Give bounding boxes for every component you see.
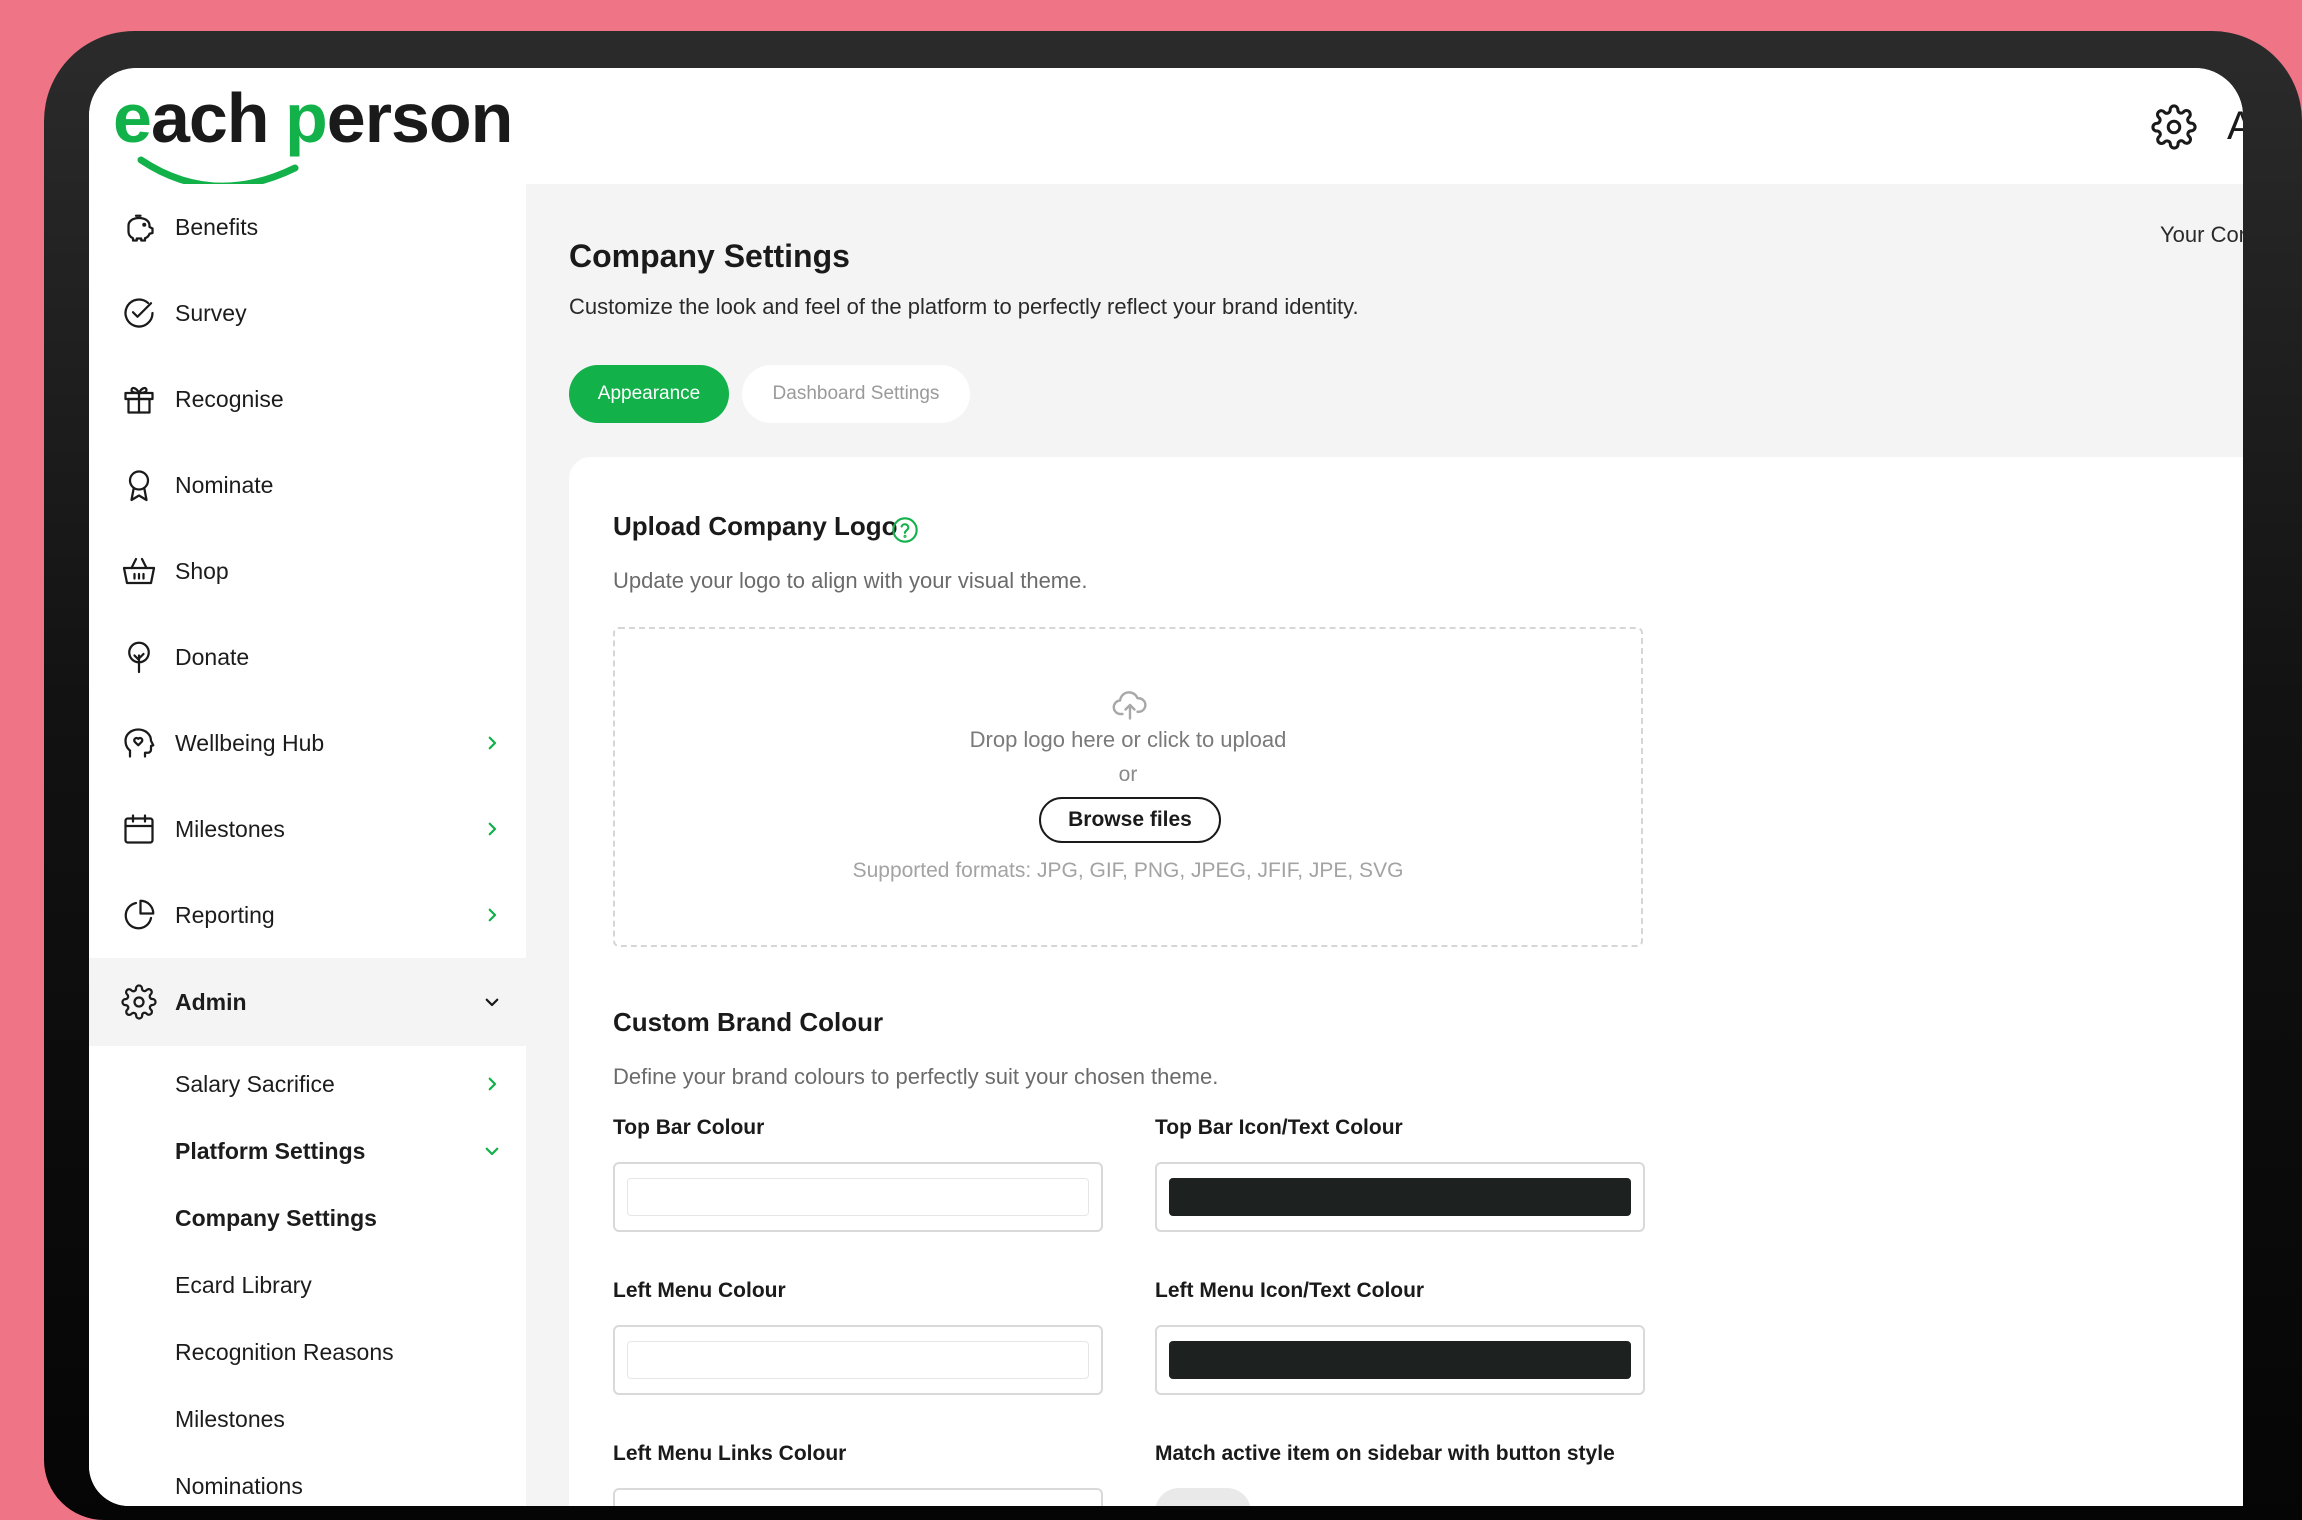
sidebar-item-reporting[interactable]: Reporting [89, 872, 526, 958]
colour-swatch [1169, 1341, 1631, 1379]
supported-formats: Supported formats: JPG, GIF, PNG, JPEG, … [852, 859, 1404, 882]
top-bar-icon-text-colour-label: Top Bar Icon/Text Colour [1155, 1116, 1403, 1139]
left-menu-icon-text-colour-label: Left Menu Icon/Text Colour [1155, 1279, 1425, 1302]
chevron-down-icon [483, 1142, 501, 1160]
sidebar-subitem-label: Recognition Reasons [175, 1338, 394, 1365]
chevron-right-icon [483, 1075, 501, 1093]
page-subtitle: Customize the look and feel of the platf… [569, 294, 1359, 319]
gear-icon [121, 984, 157, 1020]
award-ribbon-icon [121, 467, 157, 503]
sidebar-subitem-ecard-library[interactable]: Ecard Library [89, 1255, 526, 1315]
upload-logo-title: Upload Company Logo [613, 511, 898, 541]
company-logo[interactable]: each person [113, 76, 513, 196]
sidebar-subitem-milestones[interactable]: Milestones [89, 1389, 526, 1449]
sidebar-item-label: Shop [175, 557, 229, 584]
colour-swatch [627, 1178, 1089, 1216]
main-content: Company Settings Customize the look and … [526, 184, 2243, 1506]
match-active-item-toggle[interactable] [1155, 1488, 1251, 1506]
sidebar-item-recognise[interactable]: Recognise [89, 356, 526, 442]
chevron-right-icon [483, 734, 501, 752]
sidebar-item-label: Donate [175, 643, 250, 670]
sidebar-item-nominate[interactable]: Nominate [89, 442, 526, 528]
tree-icon [121, 639, 157, 675]
sidebar-subitem-label: Nominations [175, 1472, 303, 1499]
sidebar-item-wellbeing-hub[interactable]: Wellbeing Hub [89, 700, 526, 786]
brand-colour-title: Custom Brand Colour [613, 1007, 884, 1037]
colour-swatch [627, 1341, 1089, 1379]
tab-appearance[interactable]: Appearance [569, 365, 729, 423]
sidebar-subitem-nominations[interactable]: Nominations [89, 1456, 526, 1506]
dropzone-or: or [1118, 763, 1138, 786]
top-bar: each person A [89, 68, 2243, 190]
logo-dropzone[interactable]: Drop logo here or click to upload or Bro… [613, 627, 1643, 947]
sidebar-item-label: Benefits [175, 213, 259, 240]
settings-card: Upload Company Logo Update your logo to … [569, 457, 2243, 1506]
sidebar-subitem-label: Salary Sacrifice [175, 1070, 335, 1097]
check-circle-icon [121, 295, 157, 331]
top-bar-icon-text-colour-input[interactable] [1155, 1162, 1645, 1232]
sidebar-item-admin[interactable]: Admin [89, 958, 526, 1046]
browse-files-button[interactable]: Browse files [1039, 797, 1221, 843]
basket-icon [121, 553, 157, 589]
upload-logo-description: Update your logo to align with your visu… [613, 568, 1088, 593]
calendar-icon [121, 811, 157, 847]
sidebar-item-label: Nominate [175, 471, 274, 498]
breadcrumb[interactable]: Your Comp [2160, 222, 2243, 248]
dropzone-text: Drop logo here or click to upload [969, 727, 1287, 752]
sidebar-item-label: Reporting [175, 901, 275, 928]
sidebar-item-label: Recognise [175, 385, 284, 412]
chevron-right-icon [483, 906, 501, 924]
left-menu-colour-input[interactable] [613, 1325, 1103, 1395]
chevron-right-icon [483, 820, 501, 838]
cloud-upload-icon [1110, 687, 1150, 723]
sidebar-subitem-label: Platform Settings [175, 1137, 366, 1164]
page-title: Company Settings [569, 238, 850, 274]
sidebar-subitem-label: Company Settings [175, 1204, 377, 1231]
left-menu-icon-text-colour-input[interactable] [1155, 1325, 1645, 1395]
colour-swatch [1169, 1178, 1631, 1216]
app-screen: each person A Benefits Survey Recognise … [89, 68, 2243, 1506]
sidebar-item-survey[interactable]: Survey [89, 270, 526, 356]
sidebar-subitem-recognition-reasons[interactable]: Recognition Reasons [89, 1322, 526, 1382]
brand-colour-description: Define your brand colours to perfectly s… [613, 1064, 1219, 1089]
sidebar-subitem-platform-settings[interactable]: Platform Settings [89, 1121, 526, 1181]
sidebar-subitem-salary-sacrifice[interactable]: Salary Sacrifice [89, 1054, 526, 1114]
tab-dashboard-settings[interactable]: Dashboard Settings [742, 365, 970, 423]
sidebar-item-label: Milestones [175, 815, 285, 842]
sidebar-item-shop[interactable]: Shop [89, 528, 526, 614]
sidebar-subitem-label: Milestones [175, 1405, 285, 1432]
sidebar-item-donate[interactable]: Donate [89, 614, 526, 700]
left-menu-links-colour-label: Left Menu Links Colour [613, 1442, 847, 1465]
head-heart-icon [121, 725, 157, 761]
sidebar-subitem-label: Ecard Library [175, 1271, 312, 1298]
sidebar-item-milestones[interactable]: Milestones [89, 786, 526, 872]
settings-gear-icon[interactable] [2151, 104, 2197, 150]
gift-icon [121, 381, 157, 417]
sidebar: Benefits Survey Recognise Nominate Shop … [89, 184, 526, 1506]
piggy-bank-icon [121, 209, 157, 245]
user-menu-partial[interactable]: A [2227, 104, 2243, 150]
match-active-item-label: Match active item on sidebar with button… [1155, 1442, 1615, 1465]
sidebar-subitem-company-settings[interactable]: Company Settings [89, 1188, 526, 1248]
sidebar-item-label: Wellbeing Hub [175, 729, 325, 756]
sidebar-item-label: Survey [175, 299, 247, 326]
chevron-down-icon [483, 993, 501, 1011]
top-bar-colour-input[interactable] [613, 1162, 1103, 1232]
sidebar-item-benefits[interactable]: Benefits [89, 184, 526, 270]
sidebar-item-label: Admin [175, 988, 247, 1015]
pie-chart-icon [121, 897, 157, 933]
top-bar-colour-label: Top Bar Colour [613, 1116, 765, 1139]
left-menu-colour-label: Left Menu Colour [613, 1279, 786, 1302]
left-menu-links-colour-input[interactable] [613, 1488, 1103, 1506]
help-question-icon[interactable] [891, 516, 919, 544]
